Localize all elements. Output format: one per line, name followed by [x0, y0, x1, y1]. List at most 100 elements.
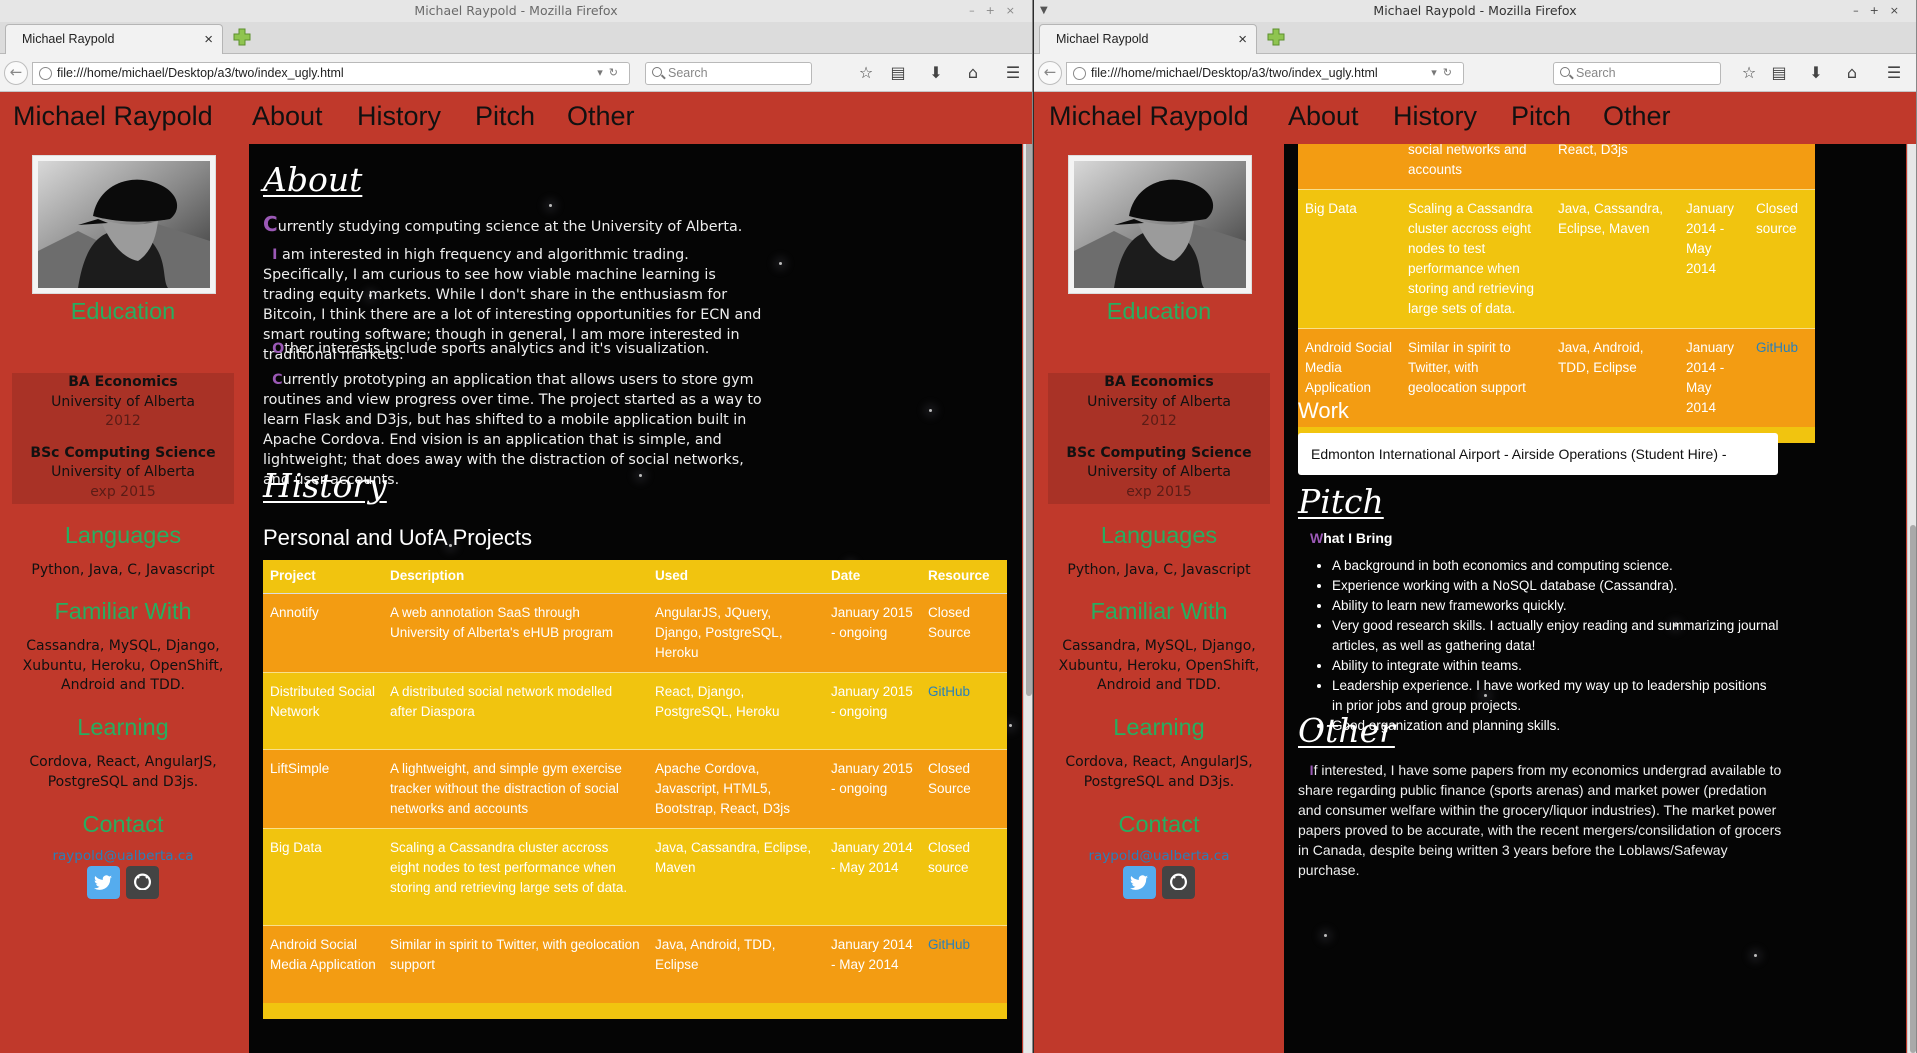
nav-history[interactable]: History — [357, 101, 441, 132]
used-cell: Java, Cassandra, Eclipse, Maven — [648, 827, 824, 925]
github-link[interactable]: GitHub — [928, 937, 970, 952]
home-icon[interactable]: ⌂ — [962, 62, 984, 84]
nav-pitch[interactable]: Pitch — [1511, 101, 1571, 132]
description-cell: Scaling a Cassandra cluster accross eigh… — [383, 827, 648, 925]
site-header: Michael Raypold About History Pitch Othe… — [0, 92, 1032, 144]
bookmarks-list-icon[interactable]: ▤ — [887, 62, 909, 84]
scrollbar[interactable] — [1907, 92, 1916, 1053]
bookmark-star-icon[interactable]: ☆ — [855, 62, 877, 84]
resource-cell: Closed Source — [921, 592, 1007, 672]
firefox-window-left: Michael Raypold - Mozilla Firefox –+× Mi… — [0, 0, 1033, 1053]
search-placeholder: Search — [1576, 66, 1616, 80]
used-cell: AngularJS, JQuery, Django, PostgreSQL, H… — [648, 592, 824, 672]
scrollbar-thumb[interactable] — [1026, 96, 1032, 696]
used-cell: Java, Android, TDD, Eclipse — [1551, 328, 1679, 427]
project-cell: Big Data — [263, 827, 383, 925]
browser-tab[interactable]: Michael Raypold × — [5, 24, 223, 54]
familiar-heading: Familiar With — [54, 598, 192, 624]
description-cell: A lightweight, and simple gym exercise t… — [383, 748, 648, 828]
url-dropdown-reload-icons[interactable]: ▾↻ — [1431, 63, 1458, 84]
scrollbar[interactable] — [1023, 92, 1032, 1053]
twitter-icon[interactable] — [1123, 866, 1156, 899]
github-link[interactable]: GitHub — [1756, 340, 1798, 355]
description-cell: Similar in spirit to Twitter, with geolo… — [1401, 328, 1551, 427]
bookmark-star-icon[interactable]: ☆ — [1738, 62, 1760, 84]
new-tab-icon[interactable] — [1266, 27, 1286, 47]
window-title: Michael Raypold - Mozilla Firefox — [1373, 3, 1577, 18]
date-cell: January 2014 - May 2014 — [1679, 189, 1749, 329]
browser-tab[interactable]: Michael Raypold × — [1039, 24, 1257, 54]
twitter-icon[interactable] — [87, 866, 120, 899]
date-cell: January 2014 - May 2014 — [824, 924, 921, 1003]
site-brand[interactable]: Michael Raypold — [1049, 101, 1249, 132]
background-star — [779, 262, 782, 265]
background-star — [1324, 934, 1327, 937]
downloads-icon[interactable]: ⬇ — [1805, 62, 1827, 84]
back-button[interactable]: ← — [4, 61, 28, 85]
learning-heading: Learning — [1113, 714, 1205, 740]
github-link[interactable]: GitHub — [928, 684, 970, 699]
tab-title: Michael Raypold — [1056, 32, 1149, 46]
github-icon[interactable] — [1162, 866, 1195, 899]
back-button[interactable]: ← — [1038, 61, 1062, 85]
search-input[interactable]: Search — [645, 62, 812, 85]
window-controls[interactable]: –+× — [1853, 0, 1910, 22]
window-menu-icon[interactable]: ▼ — [1040, 0, 1048, 22]
email-link[interactable]: raypold@ualberta.ca — [0, 848, 246, 864]
page-viewport[interactable]: Michael Raypold About History Pitch Othe… — [0, 92, 1032, 1053]
degree: BSc Computing Science — [30, 444, 216, 461]
nav-other[interactable]: Other — [567, 101, 635, 132]
nav-about[interactable]: About — [252, 101, 323, 132]
education-item: BA Economics University of Alberta 2012 — [12, 373, 234, 432]
nav-pitch[interactable]: Pitch — [475, 101, 535, 132]
school: University of Alberta — [1087, 464, 1231, 480]
table-row: LiftSimple A lightweight, and simple gym… — [263, 748, 1007, 828]
menu-icon[interactable]: ☰ — [1883, 62, 1905, 84]
used-cell: Java, Android, TDD, Eclipse — [648, 924, 824, 1003]
date-cell: January 2014 - May 2014 — [824, 827, 921, 925]
downloads-icon[interactable]: ⬇ — [925, 62, 947, 84]
close-tab-icon[interactable]: × — [204, 25, 213, 54]
home-icon[interactable]: ⌂ — [1841, 62, 1863, 84]
about-heading: About — [263, 160, 363, 199]
search-input[interactable]: Search — [1553, 62, 1721, 85]
search-icon — [1560, 67, 1570, 77]
window-controls[interactable]: –+× — [969, 0, 1026, 22]
table-row: Big Data Scaling a Cassandra cluster acc… — [1298, 189, 1815, 329]
school: University of Alberta — [51, 464, 195, 480]
email-link[interactable]: raypold@ualberta.ca — [1036, 848, 1282, 864]
scrollbar-thumb[interactable] — [1910, 525, 1916, 1053]
nav-history[interactable]: History — [1393, 101, 1477, 132]
list-item: Ability to learn new frameworks quickly. — [1332, 596, 1780, 616]
school: University of Alberta — [1087, 393, 1231, 410]
column-header: Resource — [921, 560, 1007, 594]
bookmarks-list-icon[interactable]: ▤ — [1768, 62, 1790, 84]
url-bar[interactable]: file:///home/michael/Desktop/a3/two/inde… — [1066, 62, 1464, 85]
history-heading: History — [263, 466, 387, 505]
window-titlebar[interactable]: ▼ Michael Raypold - Mozilla Firefox –+× — [1034, 0, 1916, 22]
work-item: Edmonton International Airport - Airside… — [1298, 433, 1778, 504]
globe-icon — [39, 67, 52, 80]
desktop: Michael Raypold - Mozilla Firefox –+× Mi… — [0, 0, 1917, 1053]
window-titlebar[interactable]: Michael Raypold - Mozilla Firefox –+× — [0, 0, 1032, 22]
background-star — [549, 204, 552, 207]
year: exp 2015 — [1126, 483, 1192, 500]
url-bar[interactable]: file:///home/michael/Desktop/a3/two/inde… — [32, 62, 630, 85]
familiar-text: Cassandra, MySQL, Django, Xubuntu, Heroku… — [22, 638, 224, 693]
tab-bar: Michael Raypold × — [0, 22, 1032, 54]
year: 2012 — [105, 413, 141, 429]
new-tab-icon[interactable] — [232, 27, 252, 47]
site-brand[interactable]: Michael Raypold — [13, 101, 213, 132]
learning-text: Cordova, React, AngularJS, PostgreSQL and… — [1065, 754, 1253, 790]
menu-icon[interactable]: ☰ — [1002, 62, 1024, 84]
nav-other[interactable]: Other — [1603, 101, 1671, 132]
github-icon[interactable] — [126, 866, 159, 899]
date-cell: January 2015 - ongoing — [824, 592, 921, 672]
close-tab-icon[interactable]: × — [1238, 25, 1247, 54]
date-cell: January 2015 - ongoing — [824, 671, 921, 749]
url-dropdown-reload-icons[interactable]: ▾↻ — [597, 63, 624, 84]
nav-about[interactable]: About — [1288, 101, 1359, 132]
contact-heading: Contact — [1118, 811, 1200, 837]
page-viewport[interactable]: Michael Raypold About History Pitch Othe… — [1034, 92, 1916, 1053]
education-item: BSc Computing Science University of Albe… — [1048, 444, 1270, 503]
